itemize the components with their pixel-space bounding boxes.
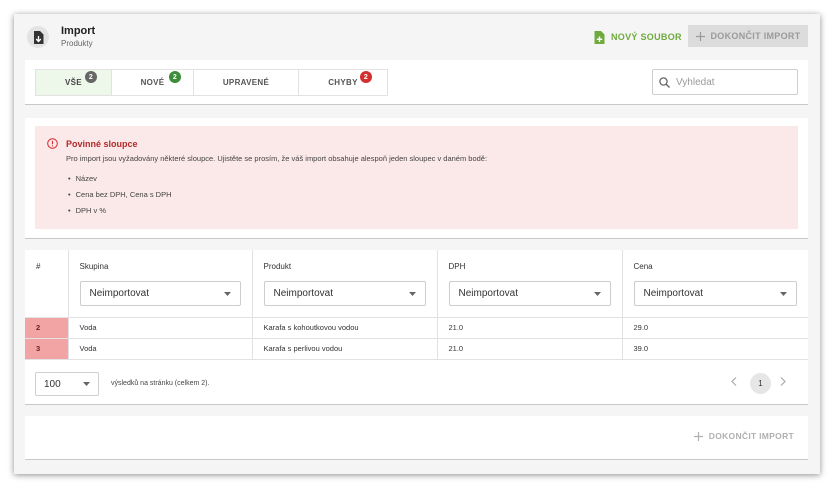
column-mapping-select[interactable]: Neimportovat bbox=[263, 281, 426, 306]
chevron-left-icon bbox=[731, 377, 737, 386]
alert-text: Pro import jsou vyžadovány některé sloup… bbox=[66, 154, 488, 163]
page-header: Import Produkty NOVÝ SOUBOR DOKONČIT IMP… bbox=[14, 14, 820, 60]
alert-title: Povinné sloupce bbox=[66, 139, 138, 149]
page-button-current[interactable]: 1 bbox=[750, 373, 771, 394]
column-label: DPH bbox=[448, 262, 466, 271]
footer-card: DOKONČIT IMPORT bbox=[25, 416, 808, 460]
tab-label: UPRAVENÉ bbox=[222, 78, 270, 87]
per-page-value: 100 bbox=[44, 378, 61, 390]
row-number: 3 bbox=[25, 338, 69, 360]
finish-import-label: DOKONČIT IMPORT bbox=[708, 431, 794, 441]
finish-import-button-bottom[interactable]: DOKONČIT IMPORT bbox=[693, 431, 794, 441]
import-table: # Skupina Neimportovat Produkt Neimporto… bbox=[25, 250, 808, 360]
required-columns-list: Název Cena bez DPH, Cena s DPH DPH v % bbox=[66, 171, 172, 219]
table-header-row: # Skupina Neimportovat Produkt Neimporto… bbox=[25, 250, 808, 318]
list-item: Název bbox=[66, 171, 172, 187]
tab-modified[interactable]: UPRAVENÉ bbox=[194, 70, 299, 95]
pagination: 100 výsledků na stránku (celkem 2). 1 bbox=[35, 372, 798, 396]
plus-icon bbox=[693, 431, 703, 441]
dropdown-arrow-icon bbox=[408, 291, 416, 296]
cell-group: Voda bbox=[68, 317, 253, 339]
select-value: Neimportovat bbox=[89, 288, 149, 299]
dropdown-arrow-icon bbox=[223, 291, 231, 296]
table-row: 2 Voda Karafa s kohoutkovou vodou 21.0 2… bbox=[25, 317, 808, 339]
new-file-label: NOVÝ SOUBOR bbox=[611, 32, 682, 42]
prev-page-button[interactable] bbox=[731, 377, 737, 389]
page-subtitle: Produkty bbox=[61, 39, 93, 48]
column-mapping-select[interactable]: Neimportovat bbox=[79, 281, 241, 306]
row-number: 2 bbox=[25, 317, 69, 339]
list-item: Cena bez DPH, Cena s DPH bbox=[66, 187, 172, 203]
column-label: Skupina bbox=[79, 262, 109, 271]
tab-label: CHYBY bbox=[328, 78, 358, 87]
tab-badge: 2 bbox=[360, 71, 372, 83]
cell-group: Voda bbox=[68, 338, 253, 360]
select-value: Neimportovat bbox=[643, 288, 703, 299]
search-input[interactable] bbox=[676, 76, 786, 88]
cell-product: Karafa s kohoutkovou vodou bbox=[252, 317, 438, 339]
select-value: Neimportovat bbox=[273, 288, 333, 299]
search-icon bbox=[659, 76, 670, 88]
page-title: Import bbox=[61, 25, 96, 37]
column-header-price: Cena Neimportovat bbox=[622, 250, 808, 318]
dropdown-arrow-icon bbox=[593, 291, 601, 296]
column-label: Cena bbox=[633, 262, 653, 271]
per-page-text: výsledků na stránku (celkem 2). bbox=[111, 380, 210, 387]
search-box bbox=[652, 69, 798, 95]
error-circle-icon bbox=[47, 138, 58, 149]
required-columns-alert: Povinné sloupce Pro import jsou vyžadová… bbox=[35, 126, 798, 229]
column-header-vat: DPH Neimportovat bbox=[437, 250, 623, 318]
import-window: Import Produkty NOVÝ SOUBOR DOKONČIT IMP… bbox=[14, 14, 820, 474]
tab-errors[interactable]: CHYBY 2 bbox=[299, 70, 387, 95]
new-file-button[interactable]: NOVÝ SOUBOR bbox=[594, 27, 682, 47]
tab-new[interactable]: NOVÉ 2 bbox=[112, 70, 194, 95]
dropdown-arrow-icon bbox=[83, 382, 90, 386]
column-header-number: # bbox=[25, 250, 69, 318]
tab-badge: 2 bbox=[85, 71, 97, 83]
dropdown-arrow-icon bbox=[780, 291, 787, 296]
alert-card: Povinné sloupce Pro import jsou vyžadová… bbox=[25, 118, 808, 239]
filter-card: VŠE 2 NOVÉ 2 UPRAVENÉ CHYBY 2 bbox=[25, 60, 808, 105]
next-page-button[interactable] bbox=[780, 377, 786, 389]
cell-vat: 21.0 bbox=[437, 317, 623, 339]
import-table-card: # Skupina Neimportovat Produkt Neimporto… bbox=[25, 250, 808, 405]
tab-all[interactable]: VŠE 2 bbox=[36, 70, 112, 95]
select-value: Neimportovat bbox=[458, 288, 518, 299]
cell-price: 29.0 bbox=[622, 317, 808, 339]
column-header-product: Produkt Neimportovat bbox=[252, 250, 438, 318]
file-import-icon bbox=[27, 26, 49, 48]
cell-vat: 21.0 bbox=[437, 338, 623, 360]
list-item: DPH v % bbox=[66, 203, 172, 219]
plus-icon bbox=[695, 31, 705, 41]
filter-tabs: VŠE 2 NOVÉ 2 UPRAVENÉ CHYBY 2 bbox=[35, 69, 388, 96]
tab-label: NOVÉ bbox=[140, 78, 165, 87]
column-label: Produkt bbox=[263, 262, 292, 271]
tab-badge: 2 bbox=[169, 71, 181, 83]
chevron-right-icon bbox=[780, 377, 786, 386]
per-page-select[interactable]: 100 bbox=[35, 372, 99, 396]
tab-label: VŠE bbox=[65, 78, 82, 87]
file-plus-icon bbox=[594, 30, 605, 44]
cell-product: Karafa s perlivou vodou bbox=[252, 338, 438, 360]
finish-import-button-top[interactable]: DOKONČIT IMPORT bbox=[688, 25, 808, 47]
column-mapping-select[interactable]: Neimportovat bbox=[448, 281, 611, 306]
column-header-group: Skupina Neimportovat bbox=[68, 250, 253, 318]
finish-import-label: DOKONČIT IMPORT bbox=[710, 31, 801, 41]
table-row: 3 Voda Karafa s perlivou vodou 21.0 39.0 bbox=[25, 338, 808, 360]
cell-price: 39.0 bbox=[622, 338, 808, 360]
column-mapping-select[interactable]: Neimportovat bbox=[633, 281, 797, 306]
